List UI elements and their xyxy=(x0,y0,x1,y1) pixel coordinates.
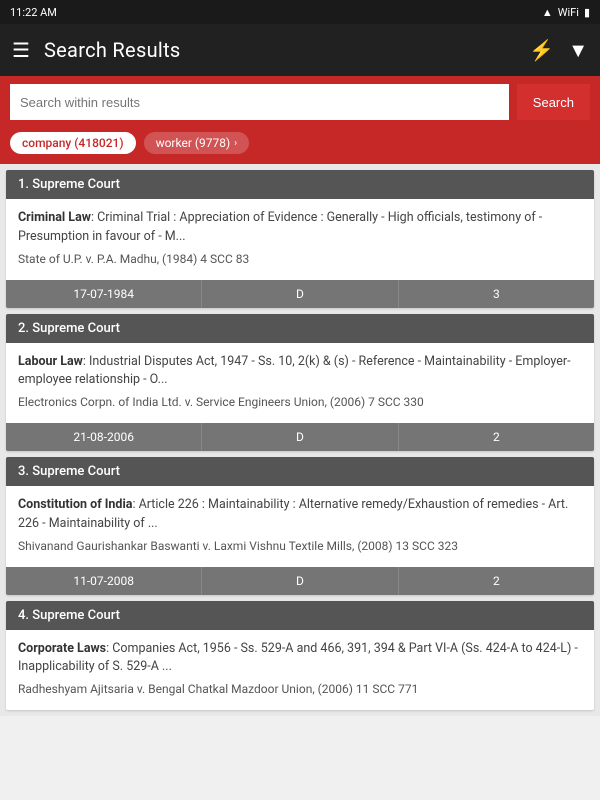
chips-bar: company (418021) worker (9778)› xyxy=(0,128,600,164)
card-footer-cell-3-2: 2 xyxy=(399,567,594,595)
chip-1[interactable]: worker (9778)› xyxy=(144,132,250,154)
chip-0[interactable]: company (418021) xyxy=(10,132,136,154)
card-case-title-2: Electronics Corpn. of India Ltd. v. Serv… xyxy=(18,393,582,411)
card-description-1: Criminal Law: Criminal Trial : Appreciat… xyxy=(18,209,582,247)
card-case-title-3: Shivanand Gaurishankar Baswanti v. Laxmi… xyxy=(18,537,582,555)
card-footer-cell-1-2: 3 xyxy=(399,280,594,308)
card-header-3: 3. Supreme Court xyxy=(6,457,594,486)
card-footer-cell-3-0: 11-07-2008 xyxy=(6,567,202,595)
card-case-title-4: Radheshyam Ajitsaria v. Bengal Chatkal M… xyxy=(18,680,582,698)
card-description-4: Corporate Laws: Companies Act, 1956 - Ss… xyxy=(18,640,582,678)
app-bar: ☰ Search Results ⚡ ▼ xyxy=(0,24,600,76)
search-input[interactable] xyxy=(10,84,509,120)
card-description-3: Constitution of India: Article 226 : Mai… xyxy=(18,496,582,534)
card-footer-cell-1-0: 17-07-1984 xyxy=(6,280,202,308)
status-time: 11:22 AM xyxy=(10,6,57,19)
card-header-2: 2. Supreme Court xyxy=(6,314,594,343)
status-bar: 11:22 AM ▲ WiFi ▮ xyxy=(0,0,600,24)
card-header-4: 4. Supreme Court xyxy=(6,601,594,630)
card-footer-3: 11-07-2008D2 xyxy=(6,567,594,595)
card-body-2: Labour Law: Industrial Disputes Act, 194… xyxy=(6,343,594,424)
card-footer-1: 17-07-1984D3 xyxy=(6,280,594,308)
card-footer-cell-3-1: D xyxy=(202,567,398,595)
flash-icon[interactable]: ⚡ xyxy=(529,40,554,60)
filter-icon[interactable]: ▼ xyxy=(568,40,588,60)
page-title: Search Results xyxy=(44,38,515,62)
card-footer-cell-2-0: 21-08-2006 xyxy=(6,423,202,451)
card-body-4: Corporate Laws: Companies Act, 1956 - Ss… xyxy=(6,630,594,711)
card-header-1: 1. Supreme Court xyxy=(6,170,594,199)
battery-icon: ▮ xyxy=(584,6,590,19)
result-card-2[interactable]: 2. Supreme Court Labour Law: Industrial D… xyxy=(6,314,594,452)
card-footer-cell-2-1: D xyxy=(202,423,398,451)
card-footer-cell-1-1: D xyxy=(202,280,398,308)
result-card-3[interactable]: 3. Supreme Court Constitution of India: A… xyxy=(6,457,594,595)
card-body-1: Criminal Law: Criminal Trial : Appreciat… xyxy=(6,199,594,280)
menu-icon[interactable]: ☰ xyxy=(12,40,30,60)
card-case-title-1: State of U.P. v. P.A. Madhu, (1984) 4 SC… xyxy=(18,250,582,268)
search-bar-container: Search xyxy=(0,76,600,128)
results-list: 1. Supreme Court Criminal Law: Criminal T… xyxy=(0,164,600,716)
search-button[interactable]: Search xyxy=(517,84,590,120)
card-footer-cell-2-2: 2 xyxy=(399,423,594,451)
card-footer-2: 21-08-2006D2 xyxy=(6,423,594,451)
result-card-4[interactable]: 4. Supreme Court Corporate Laws: Companie… xyxy=(6,601,594,711)
wifi-icon: WiFi xyxy=(558,6,579,19)
status-icons: ▲ WiFi ▮ xyxy=(542,6,590,19)
result-card-1[interactable]: 1. Supreme Court Criminal Law: Criminal T… xyxy=(6,170,594,308)
card-body-3: Constitution of India: Article 226 : Mai… xyxy=(6,486,594,567)
signal-icon: ▲ xyxy=(542,6,553,19)
card-description-2: Labour Law: Industrial Disputes Act, 194… xyxy=(18,353,582,391)
